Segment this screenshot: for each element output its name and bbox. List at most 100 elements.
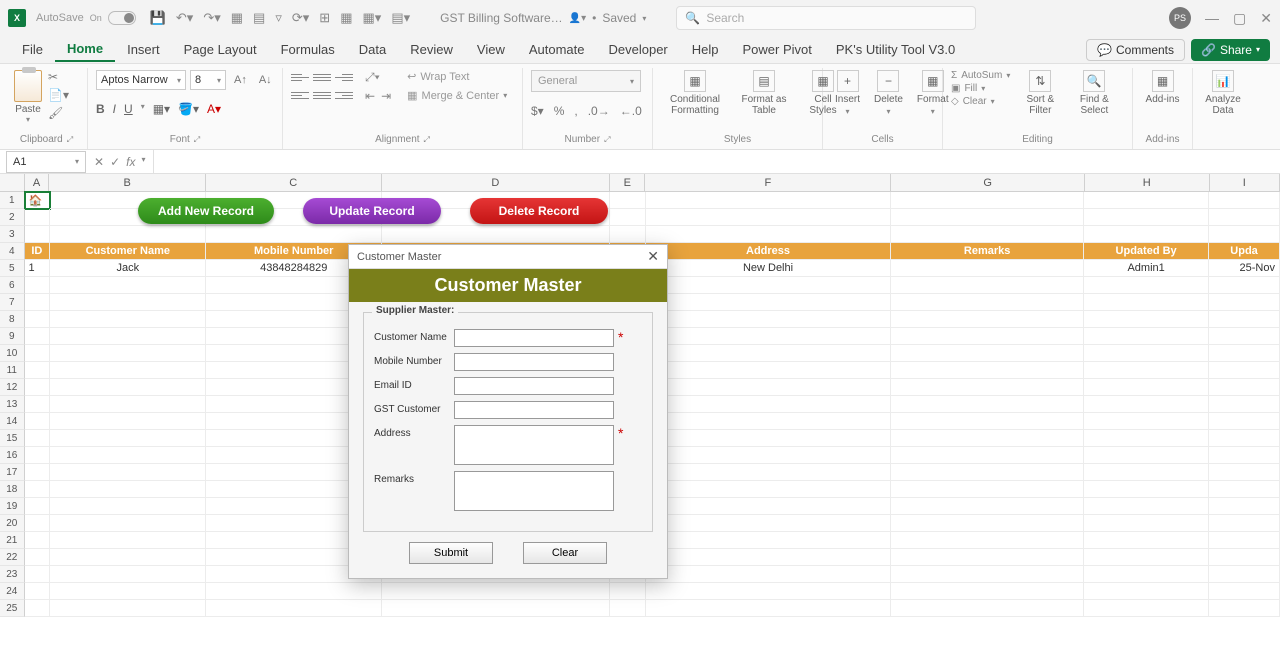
cell[interactable] xyxy=(382,583,610,600)
shrink-font-icon[interactable]: A↓ xyxy=(255,72,276,88)
cell[interactable] xyxy=(646,447,891,464)
cell[interactable] xyxy=(1084,447,1209,464)
tab-file[interactable]: File xyxy=(10,38,55,61)
comma-icon[interactable]: , xyxy=(574,104,577,118)
qat-icon[interactable]: ▿ xyxy=(275,10,282,26)
tab-pk-utility[interactable]: PK's Utility Tool V3.0 xyxy=(824,38,967,61)
column-header[interactable]: A xyxy=(25,174,50,191)
cell[interactable] xyxy=(1209,600,1280,617)
cell[interactable] xyxy=(891,532,1084,549)
cell[interactable] xyxy=(206,600,382,617)
formula-input[interactable] xyxy=(153,150,1280,173)
redo-icon[interactable]: ↷▾ xyxy=(203,10,220,26)
tab-developer[interactable]: Developer xyxy=(597,38,680,61)
cell[interactable] xyxy=(25,481,51,498)
autosum-button[interactable]: ΣAutoSum▾ xyxy=(951,70,1010,81)
cell[interactable] xyxy=(891,481,1084,498)
cell[interactable] xyxy=(891,277,1084,294)
conditional-formatting-button[interactable]: ▦Conditional Formatting xyxy=(661,70,729,116)
close-icon[interactable]: ✕ xyxy=(647,248,659,265)
cell[interactable] xyxy=(891,566,1084,583)
font-name-select[interactable]: Aptos Narrow▾ xyxy=(96,70,186,90)
cell[interactable] xyxy=(1209,396,1280,413)
cell[interactable] xyxy=(1209,464,1280,481)
format-painter-icon[interactable]: 🖌 xyxy=(48,106,69,120)
cell[interactable] xyxy=(1209,362,1280,379)
avatar[interactable]: PS xyxy=(1169,7,1191,29)
cell[interactable] xyxy=(50,583,206,600)
cell[interactable] xyxy=(1084,566,1209,583)
number-format-select[interactable]: General▾ xyxy=(531,70,641,92)
cell[interactable] xyxy=(1084,345,1209,362)
cell[interactable] xyxy=(1209,430,1280,447)
cell[interactable]: Jack xyxy=(50,260,206,277)
cell[interactable] xyxy=(206,583,382,600)
cell[interactable] xyxy=(50,294,206,311)
cell[interactable] xyxy=(891,192,1084,209)
cell[interactable] xyxy=(646,226,891,243)
cell[interactable] xyxy=(25,515,51,532)
cell[interactable] xyxy=(25,430,51,447)
increase-decimal-icon[interactable]: .0→ xyxy=(588,104,610,118)
cell[interactable] xyxy=(891,396,1084,413)
minimize-icon[interactable]: — xyxy=(1205,10,1219,26)
cell[interactable] xyxy=(25,413,51,430)
fx-icon[interactable]: fx xyxy=(126,155,135,169)
cell[interactable] xyxy=(25,328,51,345)
grow-font-icon[interactable]: A↑ xyxy=(230,72,251,88)
cell[interactable] xyxy=(1084,294,1209,311)
format-as-table-button[interactable]: ▤Format as Table xyxy=(735,70,793,116)
row-header[interactable]: 15 xyxy=(0,430,25,447)
cell[interactable] xyxy=(206,226,382,243)
autosave-toggle[interactable]: AutoSave On xyxy=(36,11,136,25)
cell[interactable] xyxy=(1209,277,1280,294)
cell[interactable] xyxy=(646,583,891,600)
cell[interactable] xyxy=(1084,396,1209,413)
row-header[interactable]: 21 xyxy=(0,532,25,549)
cell[interactable] xyxy=(1209,192,1280,209)
cell[interactable] xyxy=(610,192,646,209)
cut-icon[interactable]: ✂ xyxy=(48,70,69,84)
increase-indent-icon[interactable]: ⇥ xyxy=(381,89,391,103)
cell[interactable] xyxy=(646,328,891,345)
column-header[interactable]: B xyxy=(49,174,205,191)
cell[interactable] xyxy=(50,226,206,243)
cell[interactable] xyxy=(646,430,891,447)
cell[interactable] xyxy=(891,209,1084,226)
cell[interactable] xyxy=(25,396,51,413)
row-header[interactable]: 17 xyxy=(0,464,25,481)
cell[interactable] xyxy=(610,583,646,600)
cell[interactable] xyxy=(1084,481,1209,498)
cell[interactable] xyxy=(646,345,891,362)
cell[interactable] xyxy=(25,583,51,600)
comments-button[interactable]: 💬Comments xyxy=(1086,39,1185,61)
column-header[interactable]: I xyxy=(1210,174,1280,191)
tab-data[interactable]: Data xyxy=(347,38,398,61)
cell[interactable] xyxy=(1209,328,1280,345)
cell[interactable] xyxy=(646,464,891,481)
cancel-formula-icon[interactable]: ✕ xyxy=(94,155,104,169)
cell[interactable] xyxy=(50,600,206,617)
cell[interactable] xyxy=(25,447,51,464)
tab-automate[interactable]: Automate xyxy=(517,38,597,61)
cell[interactable]: 🏠 xyxy=(25,192,51,209)
cell[interactable] xyxy=(50,430,206,447)
update-record-button[interactable]: Update Record xyxy=(303,198,441,224)
cell[interactable]: Remarks xyxy=(891,243,1084,260)
cell[interactable] xyxy=(891,379,1084,396)
undo-icon[interactable]: ↶▾ xyxy=(176,10,193,26)
row-header[interactable]: 12 xyxy=(0,379,25,396)
cell[interactable] xyxy=(25,498,51,515)
row-header[interactable]: 16 xyxy=(0,447,25,464)
cell[interactable] xyxy=(25,362,51,379)
row-header[interactable]: 13 xyxy=(0,396,25,413)
cell[interactable]: Updated By xyxy=(1084,243,1209,260)
cell[interactable] xyxy=(25,294,51,311)
row-header[interactable]: 20 xyxy=(0,515,25,532)
cell[interactable] xyxy=(646,311,891,328)
alignment-buttons[interactable] xyxy=(291,70,353,102)
cell[interactable] xyxy=(1084,311,1209,328)
mobile-number-input[interactable] xyxy=(454,353,614,371)
tab-formulas[interactable]: Formulas xyxy=(269,38,347,61)
cell[interactable] xyxy=(1084,328,1209,345)
